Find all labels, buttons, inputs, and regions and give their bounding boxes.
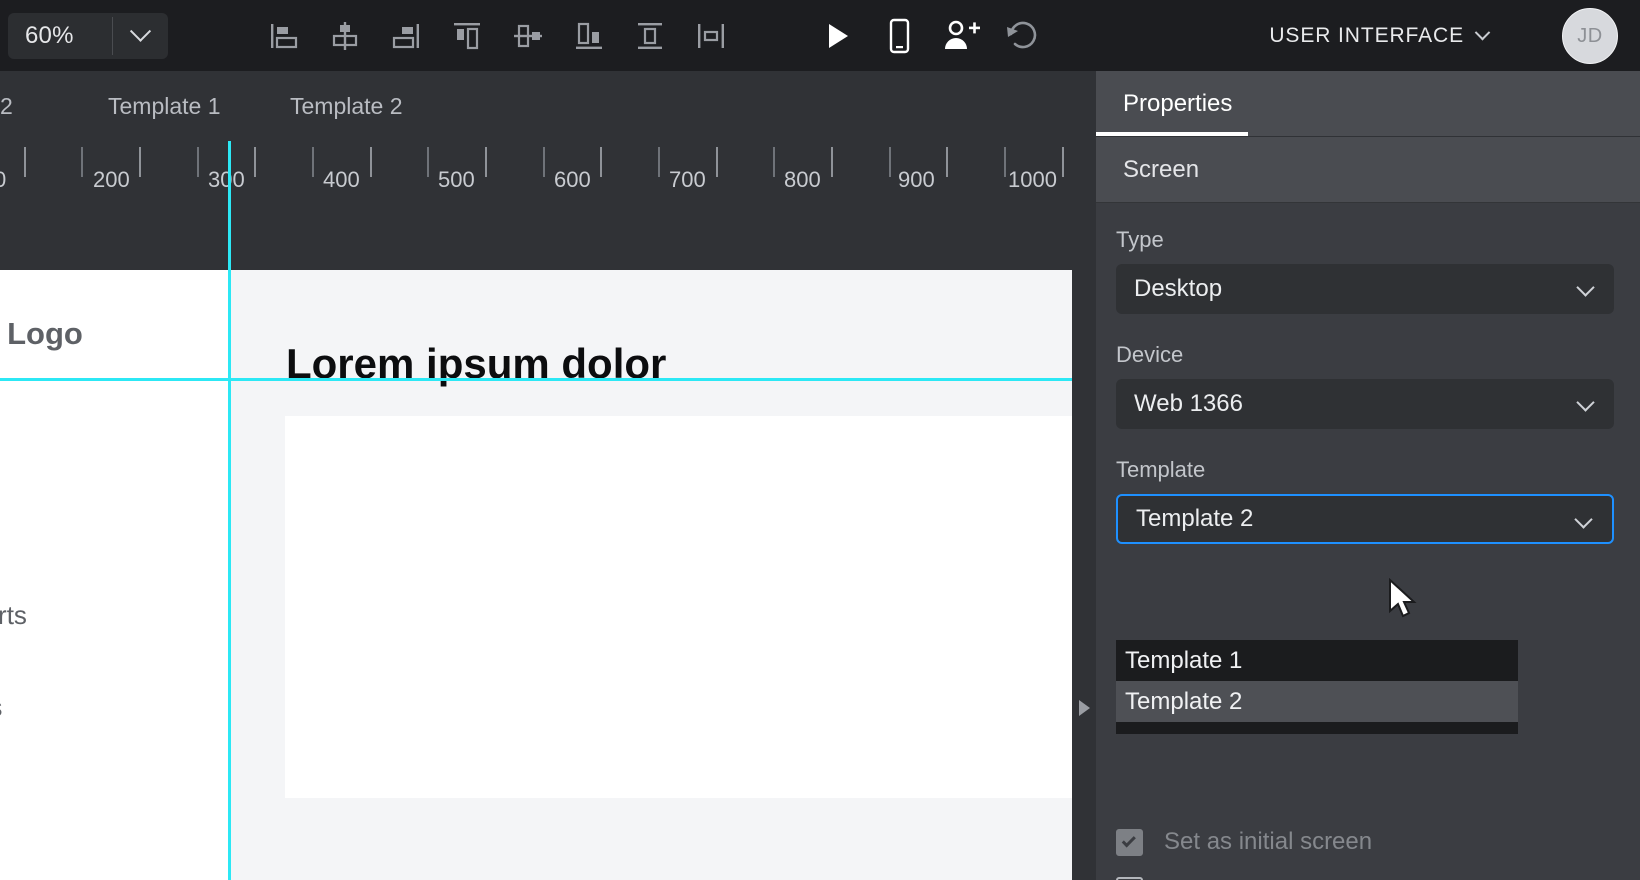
- tab-template-2[interactable]: Template 2: [290, 71, 403, 141]
- vertical-guide-marker: [228, 141, 231, 270]
- zoom-dropdown-button[interactable]: [113, 13, 168, 59]
- ruler-label: 200: [93, 167, 130, 192]
- screen-options-checklist: Set as initial screen Center screen cont…: [1096, 818, 1640, 880]
- field-label-device: Device: [1116, 342, 1184, 367]
- project-title-dropdown[interactable]: USER INTERFACE: [1269, 0, 1491, 71]
- mouse-cursor: [1389, 578, 1417, 618]
- template-dropdown-menu[interactable]: Template 1 Template 2: [1116, 640, 1518, 734]
- checkbox-row-center-screen-content[interactable]: Center screen content: [1096, 866, 1640, 880]
- chevron-down-icon: [1574, 510, 1593, 529]
- ruler-label: 1000: [1008, 167, 1057, 192]
- design-tool-window: 60% USER INTERFACE JD 2 Template 1 Templ…: [0, 0, 1640, 880]
- add-user-icon[interactable]: [930, 10, 992, 62]
- screen-tabs-bar: en 2 Template 1 Template 2: [0, 71, 1096, 141]
- artboard-nav-item[interactable]: apps: [0, 692, 2, 723]
- panel-tab-bar: Properties: [1096, 71, 1640, 137]
- tab-screen-2[interactable]: en 2: [0, 71, 13, 141]
- top-toolbar: 60% USER INTERFACE JD: [0, 0, 1640, 71]
- field-label-type: Type: [1116, 227, 1164, 252]
- horizontal-guide[interactable]: [0, 378, 1072, 381]
- checkbox-set-as-initial-screen: [1116, 828, 1143, 856]
- dropdown-option-template-2[interactable]: Template 2: [1116, 681, 1518, 722]
- device-select-value: Web 1366: [1134, 390, 1243, 417]
- chevron-down-icon: [1576, 278, 1595, 297]
- check-icon: [1121, 832, 1136, 847]
- horizontal-ruler[interactable]: 0 200 300 400 500 600 700 800 900 1000: [0, 141, 1096, 270]
- panel-section-header: Screen: [1096, 137, 1640, 203]
- distribute-vertical-icon[interactable]: [619, 11, 680, 61]
- artboard-nav-item[interactable]: reports: [0, 600, 27, 631]
- artboard-logo: ing Logo: [0, 316, 83, 351]
- panel-body: Type Desktop Device Web 1366 Template Te…: [1096, 203, 1640, 880]
- zoom-control[interactable]: 60%: [8, 12, 168, 59]
- distribute-horizontal-icon[interactable]: [680, 11, 741, 61]
- device-select[interactable]: Web 1366: [1116, 379, 1614, 429]
- type-select-value: Desktop: [1134, 275, 1223, 302]
- checkbox-row-set-as-initial-screen: Set as initial screen: [1096, 818, 1640, 866]
- avatar[interactable]: JD: [1562, 8, 1618, 64]
- chevron-down-icon: [1474, 24, 1491, 41]
- ruler-label: 300: [208, 167, 245, 192]
- align-left-icon[interactable]: [253, 11, 314, 61]
- vertical-guide[interactable]: [228, 270, 231, 880]
- chevron-down-icon: [1576, 393, 1595, 412]
- align-middle-vertical-icon[interactable]: [497, 11, 558, 61]
- artboard-main-area: Lorem ipsum dolor: [230, 270, 1072, 880]
- checkbox-label: Center screen content: [1164, 876, 1400, 880]
- ruler-label: 0: [0, 167, 7, 192]
- play-preview-icon[interactable]: [806, 10, 868, 62]
- template-select-value: Template 2: [1136, 505, 1254, 532]
- action-tool-group: [806, 10, 1054, 62]
- active-tab-indicator: [1096, 132, 1248, 136]
- align-bottom-icon[interactable]: [558, 11, 619, 61]
- mobile-device-icon[interactable]: [868, 10, 930, 62]
- template-select[interactable]: Template 2: [1116, 494, 1614, 544]
- dropdown-option-template-1[interactable]: Template 1: [1116, 640, 1518, 681]
- ruler-label: 600: [554, 167, 591, 192]
- align-right-icon[interactable]: [375, 11, 436, 61]
- design-canvas[interactable]: ing Logo ne file reports apps Lorem ipsu…: [0, 270, 1072, 880]
- ruler-label: 400: [323, 167, 360, 192]
- triangle-right-icon[interactable]: [1079, 700, 1090, 716]
- artboard-sidebar: ing Logo ne file reports apps: [0, 270, 230, 880]
- ruler-label: 800: [784, 167, 821, 192]
- ruler-label: 900: [898, 167, 935, 192]
- artboard-content-card: [285, 416, 1072, 798]
- checkbox-label: Set as initial screen: [1164, 828, 1373, 855]
- project-title-label: USER INTERFACE: [1269, 23, 1464, 47]
- tab-template-1[interactable]: Template 1: [108, 71, 221, 141]
- type-select[interactable]: Desktop: [1116, 264, 1614, 314]
- panel-gutter: [1072, 270, 1096, 880]
- alignment-tool-group: [253, 11, 741, 61]
- ruler-label: 500: [438, 167, 475, 192]
- zoom-level-value[interactable]: 60%: [8, 13, 112, 59]
- align-top-icon[interactable]: [436, 11, 497, 61]
- field-label-template: Template: [1116, 457, 1206, 482]
- avatar-initials: JD: [1577, 24, 1603, 47]
- chevron-down-icon: [129, 20, 152, 42]
- properties-panel: Properties Screen Type Desktop Device We…: [1096, 71, 1640, 880]
- ruler-label: 700: [669, 167, 706, 192]
- tab-properties[interactable]: Properties: [1123, 71, 1232, 137]
- checkbox-center-screen-content[interactable]: [1116, 876, 1143, 880]
- undo-history-icon[interactable]: [992, 10, 1054, 62]
- align-center-horizontal-icon[interactable]: [314, 11, 375, 61]
- panel-gutter-top: [1072, 71, 1096, 270]
